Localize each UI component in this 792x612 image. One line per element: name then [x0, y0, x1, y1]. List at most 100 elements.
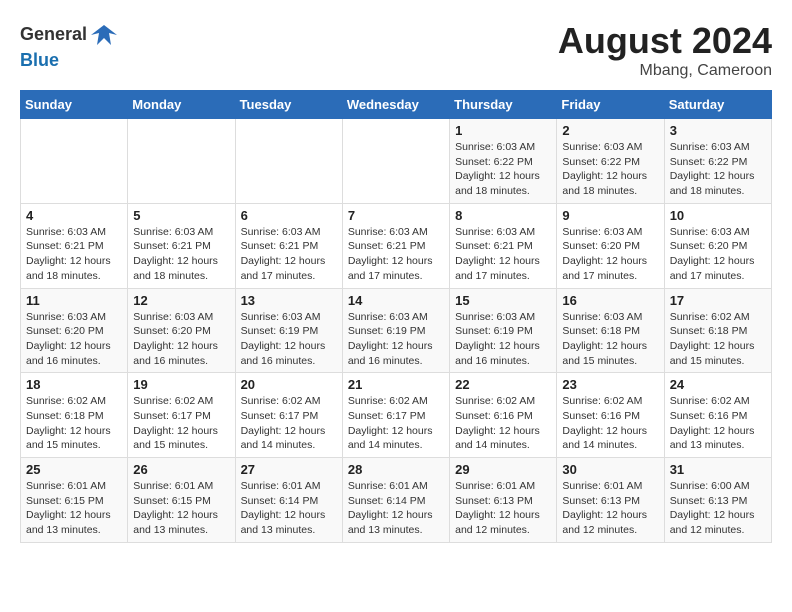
day-number: 5 — [133, 208, 229, 223]
day-info: Sunrise: 6:03 AM Sunset: 6:18 PM Dayligh… — [562, 310, 658, 369]
day-info: Sunrise: 6:03 AM Sunset: 6:20 PM Dayligh… — [562, 225, 658, 284]
day-number: 15 — [455, 293, 551, 308]
calendar-cell: 22 Sunrise: 6:02 AM Sunset: 6:16 PM Dayli… — [450, 373, 557, 458]
day-info: Sunrise: 6:03 AM Sunset: 6:22 PM Dayligh… — [455, 140, 551, 199]
calendar-week-3: 11 Sunrise: 6:03 AM Sunset: 6:20 PM Dayli… — [21, 288, 772, 373]
calendar-cell: 31 Sunrise: 6:00 AM Sunset: 6:13 PM Dayli… — [664, 458, 771, 543]
logo-general: General — [20, 24, 87, 44]
day-number: 11 — [26, 293, 122, 308]
day-number: 23 — [562, 377, 658, 392]
calendar-cell: 19Sunrise: 6:02 AM Sunset: 6:17 PM Dayli… — [128, 373, 235, 458]
day-number: 29 — [455, 462, 551, 477]
calendar-cell: 13 Sunrise: 6:03 AM Sunset: 6:19 PM Dayli… — [235, 288, 342, 373]
day-info: Sunrise: 6:01 AM Sunset: 6:14 PM Dayligh… — [241, 479, 337, 538]
weekday-header-thursday: Thursday — [450, 91, 557, 119]
day-info: Sunrise: 6:03 AM Sunset: 6:19 PM Dayligh… — [348, 310, 444, 369]
day-number: 3 — [670, 123, 766, 138]
calendar-cell: 18Sunrise: 6:02 AM Sunset: 6:18 PM Dayli… — [21, 373, 128, 458]
day-number: 30 — [562, 462, 658, 477]
logo-blue: Blue — [20, 50, 59, 70]
weekday-header-sunday: Sunday — [21, 91, 128, 119]
day-number: 27 — [241, 462, 337, 477]
calendar-cell: 11 Sunrise: 6:03 AM Sunset: 6:20 PM Dayli… — [21, 288, 128, 373]
day-info: Sunrise: 6:01 AM Sunset: 6:13 PM Dayligh… — [562, 479, 658, 538]
page-header: General Blue August 2024 Mbang, Cameroon — [20, 20, 772, 80]
calendar-week-1: 1 Sunrise: 6:03 AM Sunset: 6:22 PM Daylig… — [21, 119, 772, 204]
day-info: Sunrise: 6:02 AM Sunset: 6:16 PM Dayligh… — [455, 394, 551, 453]
day-info: Sunrise: 6:02 AM Sunset: 6:17 PM Dayligh… — [133, 394, 229, 453]
calendar-table: SundayMondayTuesdayWednesdayThursdayFrid… — [20, 90, 772, 543]
calendar-cell: 27 Sunrise: 6:01 AM Sunset: 6:14 PM Dayli… — [235, 458, 342, 543]
day-info: Sunrise: 6:03 AM Sunset: 6:19 PM Dayligh… — [241, 310, 337, 369]
day-number: 6 — [241, 208, 337, 223]
day-info: Sunrise: 6:02 AM Sunset: 6:17 PM Dayligh… — [241, 394, 337, 453]
weekday-header-friday: Friday — [557, 91, 664, 119]
calendar-cell: 14 Sunrise: 6:03 AM Sunset: 6:19 PM Dayli… — [342, 288, 449, 373]
title-block: August 2024 Mbang, Cameroon — [558, 20, 772, 80]
day-number: 4 — [26, 208, 122, 223]
calendar-week-4: 18Sunrise: 6:02 AM Sunset: 6:18 PM Dayli… — [21, 373, 772, 458]
day-info: Sunrise: 6:02 AM Sunset: 6:18 PM Dayligh… — [670, 310, 766, 369]
day-info: Sunrise: 6:03 AM Sunset: 6:20 PM Dayligh… — [133, 310, 229, 369]
day-info: Sunrise: 6:03 AM Sunset: 6:22 PM Dayligh… — [670, 140, 766, 199]
logo-bird-icon — [89, 20, 119, 50]
day-number: 1 — [455, 123, 551, 138]
month-year-title: August 2024 — [558, 20, 772, 62]
calendar-cell: 24Sunrise: 6:02 AM Sunset: 6:16 PM Dayli… — [664, 373, 771, 458]
weekday-header-row: SundayMondayTuesdayWednesdayThursdayFrid… — [21, 91, 772, 119]
calendar-cell: 29 Sunrise: 6:01 AM Sunset: 6:13 PM Dayli… — [450, 458, 557, 543]
calendar-cell: 10Sunrise: 6:03 AM Sunset: 6:20 PM Dayli… — [664, 203, 771, 288]
weekday-header-monday: Monday — [128, 91, 235, 119]
day-info: Sunrise: 6:03 AM Sunset: 6:21 PM Dayligh… — [241, 225, 337, 284]
calendar-cell — [342, 119, 449, 204]
calendar-cell: 9 Sunrise: 6:03 AM Sunset: 6:20 PM Daylig… — [557, 203, 664, 288]
day-info: Sunrise: 6:01 AM Sunset: 6:13 PM Dayligh… — [455, 479, 551, 538]
weekday-header-tuesday: Tuesday — [235, 91, 342, 119]
calendar-cell: 2Sunrise: 6:03 AM Sunset: 6:22 PM Daylig… — [557, 119, 664, 204]
calendar-cell: 6 Sunrise: 6:03 AM Sunset: 6:21 PM Daylig… — [235, 203, 342, 288]
calendar-cell — [21, 119, 128, 204]
day-number: 24 — [670, 377, 766, 392]
calendar-cell: 20 Sunrise: 6:02 AM Sunset: 6:17 PM Dayli… — [235, 373, 342, 458]
calendar-cell: 5Sunrise: 6:03 AM Sunset: 6:21 PM Daylig… — [128, 203, 235, 288]
day-number: 2 — [562, 123, 658, 138]
day-number: 31 — [670, 462, 766, 477]
day-info: Sunrise: 6:03 AM Sunset: 6:20 PM Dayligh… — [26, 310, 122, 369]
day-number: 13 — [241, 293, 337, 308]
day-number: 21 — [348, 377, 444, 392]
day-info: Sunrise: 6:02 AM Sunset: 6:16 PM Dayligh… — [562, 394, 658, 453]
day-number: 7 — [348, 208, 444, 223]
day-number: 8 — [455, 208, 551, 223]
day-info: Sunrise: 6:03 AM Sunset: 6:21 PM Dayligh… — [348, 225, 444, 284]
day-number: 20 — [241, 377, 337, 392]
calendar-week-5: 25 Sunrise: 6:01 AM Sunset: 6:15 PM Dayli… — [21, 458, 772, 543]
day-info: Sunrise: 6:02 AM Sunset: 6:17 PM Dayligh… — [348, 394, 444, 453]
calendar-cell: 28Sunrise: 6:01 AM Sunset: 6:14 PM Dayli… — [342, 458, 449, 543]
day-number: 14 — [348, 293, 444, 308]
calendar-cell: 15 Sunrise: 6:03 AM Sunset: 6:19 PM Dayli… — [450, 288, 557, 373]
calendar-cell — [235, 119, 342, 204]
day-number: 9 — [562, 208, 658, 223]
day-number: 26 — [133, 462, 229, 477]
calendar-cell: 21 Sunrise: 6:02 AM Sunset: 6:17 PM Dayli… — [342, 373, 449, 458]
day-number: 22 — [455, 377, 551, 392]
calendar-cell: 25 Sunrise: 6:01 AM Sunset: 6:15 PM Dayli… — [21, 458, 128, 543]
day-info: Sunrise: 6:02 AM Sunset: 6:18 PM Dayligh… — [26, 394, 122, 453]
calendar-cell — [128, 119, 235, 204]
day-info: Sunrise: 6:03 AM Sunset: 6:19 PM Dayligh… — [455, 310, 551, 369]
day-number: 16 — [562, 293, 658, 308]
calendar-cell: 23 Sunrise: 6:02 AM Sunset: 6:16 PM Dayli… — [557, 373, 664, 458]
day-info: Sunrise: 6:01 AM Sunset: 6:15 PM Dayligh… — [26, 479, 122, 538]
calendar-cell: 3 Sunrise: 6:03 AM Sunset: 6:22 PM Daylig… — [664, 119, 771, 204]
location-title: Mbang, Cameroon — [558, 62, 772, 80]
calendar-cell: 4 Sunrise: 6:03 AM Sunset: 6:21 PM Daylig… — [21, 203, 128, 288]
weekday-header-wednesday: Wednesday — [342, 91, 449, 119]
calendar-cell: 12Sunrise: 6:03 AM Sunset: 6:20 PM Dayli… — [128, 288, 235, 373]
day-info: Sunrise: 6:03 AM Sunset: 6:21 PM Dayligh… — [26, 225, 122, 284]
logo-text: General Blue — [20, 20, 121, 72]
day-info: Sunrise: 6:01 AM Sunset: 6:14 PM Dayligh… — [348, 479, 444, 538]
day-number: 25 — [26, 462, 122, 477]
calendar-cell: 16 Sunrise: 6:03 AM Sunset: 6:18 PM Dayli… — [557, 288, 664, 373]
day-info: Sunrise: 6:00 AM Sunset: 6:13 PM Dayligh… — [670, 479, 766, 538]
calendar-cell: 7 Sunrise: 6:03 AM Sunset: 6:21 PM Daylig… — [342, 203, 449, 288]
